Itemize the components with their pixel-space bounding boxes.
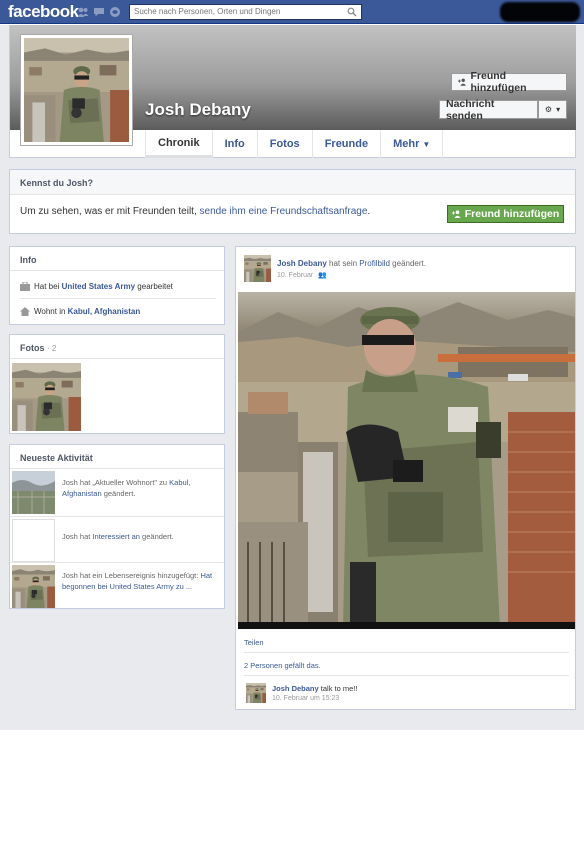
tab-info[interactable]: Info	[213, 130, 258, 158]
send-message-label: Nachricht senden	[446, 97, 495, 122]
facebook-logo[interactable]: facebook	[8, 2, 79, 22]
post-photo-image	[238, 292, 575, 629]
divider	[20, 298, 216, 299]
post-date: 10. Februar 👥	[277, 271, 327, 279]
send-message-button[interactable]: Nachricht senden	[439, 97, 538, 122]
photos-count: · 2	[47, 344, 57, 353]
divider	[244, 652, 569, 653]
profile-photo-image	[24, 38, 129, 142]
search-placeholder: Suche nach Personen, Orten und Dingen	[134, 7, 281, 16]
post-header: Josh Debany hat sein Profilbild geändert…	[277, 259, 426, 268]
photo-thumbnail[interactable]	[12, 363, 81, 431]
activity-pre: Josh hat ein Lebensereignis hinzugefügt:	[62, 571, 201, 580]
tab-mehr[interactable]: Mehr ▼	[381, 130, 444, 158]
activity-post: geändert.	[101, 489, 136, 499]
activity-heading: Neueste Aktivität	[10, 445, 224, 469]
photos-box: Fotos · 2	[9, 334, 225, 434]
likes-count[interactable]: 2 Personen gefällt das.	[244, 661, 321, 670]
add-friend-green-button[interactable]: Freund hinzufügen	[447, 205, 564, 223]
profile-picture-link[interactable]: Profilbild	[359, 259, 390, 268]
comment: Josh Debany talk to me!!	[272, 684, 357, 693]
tab-freunde[interactable]: Freunde	[313, 130, 382, 158]
add-friend-green-label: Freund hinzufügen	[464, 208, 560, 220]
activity-thumbnail-blank[interactable]	[12, 519, 55, 562]
know-text: Um zu sehen, was er mit Freunden teilt, …	[20, 206, 370, 217]
activity-box: Neueste Aktivität Josh hat „Aktueller Wo…	[9, 444, 225, 609]
redacted-area	[500, 2, 580, 22]
know-text-suffix: .	[367, 206, 371, 217]
know-text-prefix: Um zu sehen, was er mit Freunden teilt,	[20, 206, 200, 217]
share-link[interactable]: Teilen	[244, 638, 264, 647]
info-heading[interactable]: Info	[10, 247, 224, 271]
activity-item: Josh hat ein Lebensereignis hinzugefügt:…	[10, 563, 224, 609]
jewel-icons	[76, 6, 121, 18]
briefcase-icon	[20, 282, 30, 291]
add-friend-icon	[451, 210, 461, 218]
work-prefix: Hat bei	[34, 282, 62, 291]
work-text: Hat bei United States Army gearbeitet	[34, 282, 173, 291]
friend-request-link[interactable]: sende ihm eine Freundschaftsanfrage	[200, 206, 368, 217]
chevron-down-icon: ▾	[556, 105, 561, 114]
photos-heading: Fotos · 2	[10, 335, 224, 359]
activity-pre: Josh hat	[62, 532, 93, 541]
profile-name[interactable]: Josh Debany	[145, 100, 251, 120]
activity-text: Josh hat ein Lebensereignis hinzugefügt:…	[62, 570, 217, 593]
settings-dropdown-button[interactable]: ⚙ ▾	[538, 100, 567, 119]
search-icon[interactable]	[347, 7, 357, 17]
work-link[interactable]: United States Army	[62, 282, 136, 291]
tab-mehr-label: Mehr	[393, 138, 420, 150]
activity-thumbnail-photo[interactable]	[12, 565, 55, 608]
tab-fotos[interactable]: Fotos	[258, 130, 313, 158]
lives-prefix: Wohnt in	[34, 307, 68, 316]
search-input[interactable]: Suche nach Personen, Orten und Dingen	[129, 4, 362, 20]
work-row: Hat bei United States Army gearbeitet	[20, 282, 173, 291]
friend-requests-icon[interactable]	[76, 6, 89, 18]
post-action-post: geändert.	[389, 259, 426, 268]
activity-post: geändert.	[139, 532, 174, 541]
tab-chronik[interactable]: Chronik	[145, 130, 213, 158]
know-heading: Kennst du Josh?	[10, 170, 575, 195]
activity-text: Josh hat Interessiert an geändert.	[62, 531, 217, 542]
lives-link[interactable]: Kabul, Afghanistan	[68, 307, 141, 316]
messages-icon[interactable]	[92, 6, 105, 18]
activity-text: Josh hat „Aktueller Wohnort" zu Kabul, A…	[62, 477, 217, 500]
activity-thumbnail-map[interactable]	[12, 471, 55, 514]
divider	[244, 675, 569, 676]
timeline-post: Josh Debany hat sein Profilbild geändert…	[235, 246, 576, 710]
chevron-down-icon: ▼	[422, 139, 431, 149]
activity-item: Josh hat Interessiert an geändert.	[10, 517, 224, 563]
post-photo[interactable]	[238, 292, 575, 629]
photos-heading-label[interactable]: Fotos	[20, 343, 45, 353]
notifications-icon[interactable]	[108, 6, 121, 18]
post-date-link[interactable]: 10. Februar	[277, 272, 313, 279]
add-friend-label: Freund hinzufügen	[470, 70, 527, 94]
lives-row: Wohnt in Kabul, Afghanistan	[20, 307, 140, 316]
activity-item: Josh hat „Aktueller Wohnort" zu Kabul, A…	[10, 469, 224, 517]
activity-link[interactable]: Interessiert an	[92, 532, 140, 541]
activity-pre: Josh hat „Aktueller Wohnort" zu	[62, 478, 170, 487]
comment-date[interactable]: 10. Februar um 15:23	[272, 695, 339, 702]
timeline-header: Josh Debany Freund hinzufügen Nachricht …	[9, 25, 576, 158]
comment-author-link[interactable]: Josh Debany	[272, 684, 319, 693]
lives-text: Wohnt in Kabul, Afghanistan	[34, 307, 140, 316]
author-avatar[interactable]	[244, 255, 271, 282]
top-bar: facebook Suche nach Personen, Orten und …	[0, 0, 584, 24]
home-icon	[20, 307, 30, 316]
gear-icon: ⚙	[544, 105, 553, 114]
info-box: Info Hat bei United States Army gearbeit…	[9, 246, 225, 325]
profile-tabs: Chronik Info Fotos Freunde Mehr ▼	[145, 130, 444, 158]
post-action-pre: hat sein	[326, 259, 360, 268]
post-author-link[interactable]: Josh Debany	[277, 259, 327, 268]
comment-text: talk to me!!	[318, 684, 358, 693]
work-suffix: gearbeitet	[135, 282, 173, 291]
add-friend-button[interactable]: Freund hinzufügen	[451, 70, 567, 94]
comment-avatar[interactable]	[246, 683, 266, 703]
profile-picture[interactable]	[20, 34, 133, 146]
add-friend-icon	[458, 78, 467, 86]
know-person-box: Kennst du Josh? Um zu sehen, was er mit …	[9, 169, 576, 234]
audience-icon[interactable]: 👥	[318, 272, 327, 279]
